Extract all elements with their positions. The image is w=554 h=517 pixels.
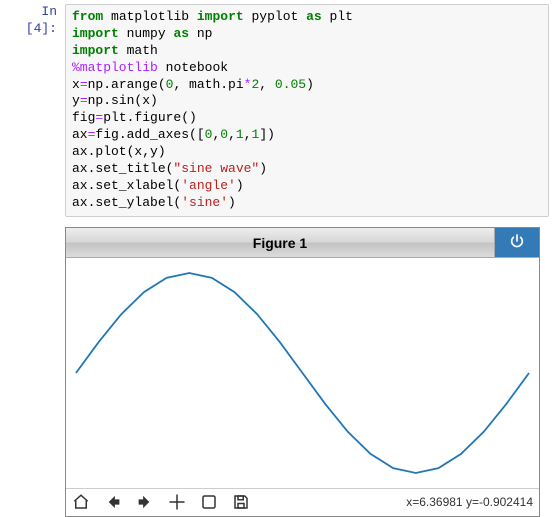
var: x <box>72 77 80 92</box>
call: np.sin(x) <box>88 93 158 108</box>
plot-canvas[interactable] <box>66 258 539 488</box>
save-icon[interactable] <box>232 493 250 511</box>
string: 'sine' <box>181 195 228 210</box>
pan-icon[interactable] <box>168 493 186 511</box>
magic: %matplotlib <box>72 60 158 75</box>
name: plt <box>330 9 353 24</box>
call: plt.figure() <box>103 110 197 125</box>
keyword: as <box>173 26 189 41</box>
sine-line <box>76 273 529 473</box>
magic-arg: notebook <box>166 60 228 75</box>
string: 'angle' <box>181 178 236 193</box>
text: ) <box>306 77 314 92</box>
text: , math.pi <box>173 77 243 92</box>
module: numpy <box>127 26 166 41</box>
text: , <box>228 127 236 142</box>
number: 0 <box>220 127 228 142</box>
back-icon[interactable] <box>104 493 122 511</box>
figure-header: Figure 1 <box>66 228 539 258</box>
home-icon[interactable] <box>72 493 90 511</box>
text: , <box>244 127 252 142</box>
keyword: as <box>306 9 322 24</box>
figure-title: Figure 1 <box>66 228 495 257</box>
zoom-icon[interactable] <box>200 493 218 511</box>
text: ]) <box>259 127 275 142</box>
call: ax.set_ylabel( <box>72 195 181 210</box>
keyword: import <box>72 43 119 58</box>
var: ax <box>72 127 88 142</box>
number: 0.05 <box>275 77 306 92</box>
call: ax.plot(x,y) <box>72 144 166 159</box>
input-prompt: In [4]: <box>5 4 65 217</box>
text: ) <box>259 161 267 176</box>
number: 1 <box>236 127 244 142</box>
name: pyplot <box>251 9 298 24</box>
forward-icon[interactable] <box>136 493 154 511</box>
string: "sine wave" <box>173 161 259 176</box>
call: ax.set_title( <box>72 161 173 176</box>
keyword: from <box>72 9 103 24</box>
figure-widget: Figure 1 <box>65 227 540 517</box>
text: , <box>259 77 275 92</box>
var: fig <box>72 110 95 125</box>
call: np.arange( <box>88 77 166 92</box>
figure-toolbar: x=6.36981 y=-0.902414 <box>66 488 539 516</box>
text: ) <box>228 195 236 210</box>
coordinate-readout: x=6.36981 y=-0.902414 <box>406 495 533 509</box>
keyword: import <box>197 9 244 24</box>
call: ax.set_xlabel( <box>72 178 181 193</box>
keyword: import <box>72 26 119 41</box>
var: y <box>72 93 80 108</box>
op: = <box>80 77 88 92</box>
stop-interaction-button[interactable] <box>495 228 539 257</box>
call: fig.add_axes([ <box>95 127 204 142</box>
power-icon <box>509 233 525 252</box>
module: matplotlib <box>111 9 189 24</box>
code-cell: In [4]: from matplotlib import pyplot as… <box>0 0 554 221</box>
output-area: Figure 1 <box>65 227 544 517</box>
text: ) <box>236 178 244 193</box>
code-editor[interactable]: from matplotlib import pyplot as plt imp… <box>65 4 549 217</box>
module: math <box>127 43 158 58</box>
op: = <box>80 93 88 108</box>
name: np <box>197 26 213 41</box>
